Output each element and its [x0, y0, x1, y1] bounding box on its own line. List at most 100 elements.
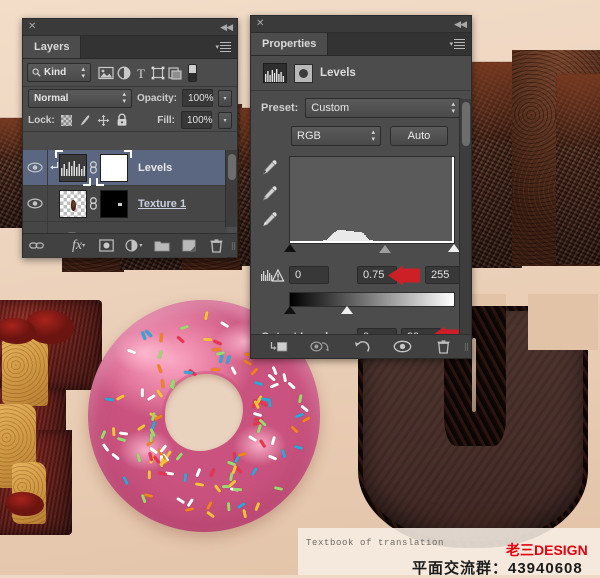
filter-pixel-icon[interactable]: [98, 66, 114, 80]
layers-panel: ✕ ◀◀ Layers ▾ Kind ▴ ▾ T Normal ▴ ▾ Opac…: [22, 18, 238, 258]
chevron-updown-icon[interactable]: ▴ ▾: [451, 101, 455, 115]
close-icon[interactable]: ✕: [256, 19, 264, 29]
new-fill-adjustment-icon[interactable]: ▾: [120, 239, 148, 252]
opacity-scrubber-arrow-icon[interactable]: ▾: [218, 89, 232, 107]
collapse-icon[interactable]: ◀◀: [454, 19, 467, 30]
preset-dropdown[interactable]: Custom ▴ ▾: [305, 98, 461, 118]
layers-tab-row: Layers ▾: [23, 36, 237, 59]
close-icon[interactable]: ✕: [28, 22, 36, 32]
lock-all-icon[interactable]: [116, 113, 128, 127]
lock-image-pixels-icon[interactable]: [78, 114, 91, 127]
layer-visibility-toggle[interactable]: [23, 150, 48, 185]
tab-properties[interactable]: Properties: [251, 33, 329, 55]
levels-histogram[interactable]: [289, 156, 455, 244]
adjustment-header: Levels: [251, 56, 471, 90]
link-layers-icon[interactable]: [23, 240, 51, 251]
filter-kind-dropdown[interactable]: Kind ▴ ▾: [27, 63, 91, 82]
opacity-input[interactable]: 100%: [182, 89, 214, 107]
panel-resize-grip[interactable]: ⣿: [231, 242, 236, 250]
input-shadow-slider[interactable]: [284, 244, 296, 252]
lock-row: Lock: Fill: 100% ▾: [23, 109, 237, 132]
filter-type-icon[interactable]: T: [134, 66, 148, 80]
set-black-point-eyedropper[interactable]: [261, 159, 278, 176]
clip-to-layer-icon[interactable]: [265, 340, 293, 353]
fill-input[interactable]: 100%: [181, 111, 213, 129]
input-highlight-value: 255: [431, 269, 450, 281]
add-layer-mask-icon[interactable]: [92, 239, 120, 252]
input-midtone-slider[interactable]: [379, 245, 391, 253]
channel-dropdown[interactable]: RGB ▴ ▾: [291, 126, 381, 146]
adjustment-mask-thumbnail[interactable]: [294, 63, 313, 83]
layers-panel-menu-icon[interactable]: ▾: [211, 36, 237, 58]
lock-label: Lock:: [28, 114, 55, 126]
jam-blob-3: [6, 492, 44, 516]
layer-row-levels[interactable]: Levels: [23, 149, 227, 186]
search-icon: [32, 68, 41, 77]
eyedropper-group: [261, 159, 278, 228]
layer-visibility-toggle[interactable]: [23, 186, 48, 221]
layer-thumbnail[interactable]: [55, 149, 91, 186]
reset-adjustment-icon[interactable]: [347, 340, 375, 354]
properties-scrollbar-thumb[interactable]: [462, 102, 470, 146]
new-layer-icon[interactable]: [175, 239, 203, 252]
layer-thumbnail[interactable]: [59, 189, 87, 218]
lock-position-icon[interactable]: [97, 114, 110, 127]
chevron-updown-icon[interactable]: ▴ ▾: [81, 66, 85, 80]
layer-mask-thumbnail[interactable]: [100, 189, 128, 218]
layers-scrollbar[interactable]: [225, 150, 237, 227]
lock-transparent-pixels-icon[interactable]: [60, 114, 72, 126]
set-white-point-eyedropper[interactable]: [261, 211, 278, 228]
layer-name-label[interactable]: Texture 1: [138, 198, 186, 210]
properties-panel-menu-icon[interactable]: ▾: [445, 33, 471, 55]
chevron-updown-icon[interactable]: ▴ ▾: [371, 129, 375, 143]
preset-value: Custom: [311, 102, 350, 114]
midtone-callout-arrow: [388, 265, 420, 286]
u-specular-highlight: [472, 338, 476, 412]
svg-text:T: T: [137, 66, 145, 80]
properties-panel-titlebar: ✕ ◀◀: [251, 16, 471, 33]
filter-enable-toggle[interactable]: [188, 63, 197, 82]
properties-panel-footer: ⣿: [251, 334, 471, 358]
filter-shape-icon[interactable]: [151, 66, 165, 80]
sponge-crumb-1: [2, 338, 48, 406]
layers-scrollbar-thumb[interactable]: [228, 154, 236, 180]
output-black-slider[interactable]: [284, 306, 296, 314]
input-shadow-field[interactable]: 0: [289, 266, 329, 284]
properties-scrollbar[interactable]: [459, 99, 471, 347]
layer-mask-link-icon[interactable]: [87, 161, 100, 174]
delete-adjustment-icon[interactable]: [429, 339, 457, 354]
new-group-icon[interactable]: [148, 240, 176, 252]
layer-name-label[interactable]: Levels: [138, 162, 172, 174]
toggle-layer-visibility-icon[interactable]: [388, 340, 416, 353]
output-white-slider[interactable]: [341, 306, 353, 314]
fill-label: Fill:: [157, 114, 175, 126]
opacity-label: Opacity:: [136, 92, 177, 104]
properties-tab-row: Properties ▾: [251, 33, 471, 56]
watermark-english: Textbook of translation: [306, 538, 445, 548]
delete-layer-icon[interactable]: [203, 238, 231, 253]
histogram-plot: [290, 157, 454, 243]
add-layer-style-icon[interactable]: fx ▾: [65, 238, 93, 254]
chevron-updown-icon[interactable]: ▴ ▾: [122, 91, 126, 105]
filter-smartobject-icon[interactable]: [168, 66, 182, 80]
preset-label: Preset:: [261, 102, 299, 114]
layers-panel-titlebar: ✕ ◀◀: [23, 19, 237, 36]
layer-row-texture-1[interactable]: Texture 1: [23, 186, 227, 222]
auto-button[interactable]: Auto: [390, 126, 448, 146]
u-top-right-cut: [528, 294, 598, 350]
collapse-icon[interactable]: ◀◀: [220, 22, 233, 33]
levels-adjustment-icon: [263, 63, 287, 83]
layer-mask-link-icon[interactable]: [87, 197, 100, 210]
blend-mode-dropdown[interactable]: Normal ▴ ▾: [28, 88, 132, 108]
sprinkle: [140, 388, 144, 398]
layer-mask-thumbnail[interactable]: [96, 149, 132, 186]
sprinkle: [226, 501, 231, 512]
fill-scrubber-arrow-icon[interactable]: ▾: [218, 111, 232, 129]
properties-panel: ✕ ◀◀ Properties ▾ Levels Preset: Custom …: [250, 15, 472, 359]
set-gray-point-eyedropper[interactable]: [261, 185, 278, 202]
panel-resize-grip[interactable]: ⣿: [464, 343, 469, 351]
tab-layers[interactable]: Layers: [23, 36, 82, 58]
histogram-baseline: [290, 241, 454, 243]
view-previous-state-icon[interactable]: [306, 340, 334, 353]
filter-adjustment-icon[interactable]: [117, 66, 131, 80]
